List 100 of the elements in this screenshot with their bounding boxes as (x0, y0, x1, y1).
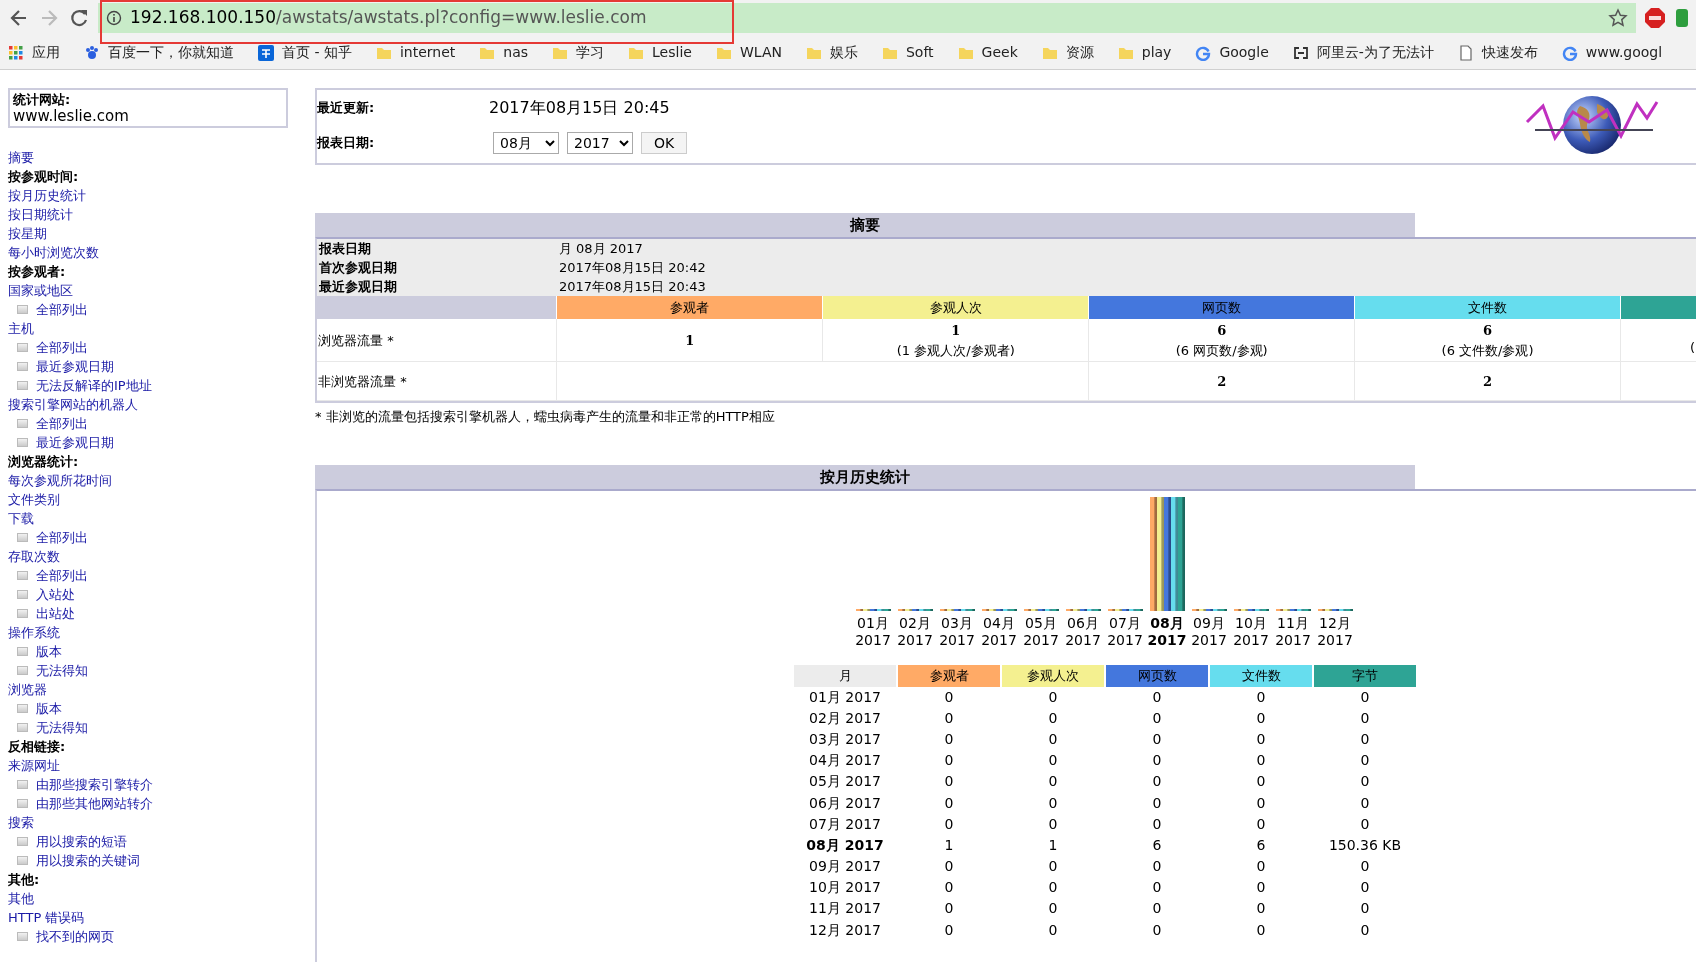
bookmark[interactable]: www.googl (1561, 42, 1663, 63)
menu-link[interactable]: 浏览器 (8, 682, 47, 697)
table-cell-text: 0 (943, 814, 955, 834)
extension-icon[interactable] (1674, 7, 1688, 29)
table-cell-text: 0 (1255, 751, 1267, 771)
column-header: 参观者 (556, 296, 823, 319)
menu-heading: 浏览器统计: (8, 454, 79, 469)
submenu-link[interactable]: 全部列出 (36, 414, 88, 433)
table-cell-text: 05月 2017 (808, 772, 882, 792)
menu-link[interactable]: 主机 (8, 321, 34, 336)
bookmark[interactable]: 资源 (1041, 42, 1094, 63)
page-icon (1457, 44, 1474, 61)
table-cell-text: 0 (1151, 793, 1163, 813)
month-select[interactable]: 08月 (493, 132, 559, 154)
menu-link[interactable]: 文件类别 (8, 492, 60, 507)
bookmark[interactable]: Soft (881, 42, 934, 63)
submenu-link[interactable]: 版本 (36, 642, 62, 661)
submenu-link[interactable]: 全部列出 (36, 300, 88, 319)
bullet-icon (17, 723, 28, 732)
menu-link[interactable]: 每小时浏览次数 (8, 245, 99, 260)
bookmark[interactable]: Geek (957, 42, 1018, 63)
menu-heading: 反相链接: (8, 739, 66, 754)
menu-link[interactable]: HTTP 错误码 (8, 910, 85, 925)
year-label: 2017 (1065, 631, 1101, 649)
year-label: 2017 (855, 631, 891, 649)
menu-link[interactable]: 摘要 (8, 150, 34, 165)
apps-grid-icon (8, 44, 24, 61)
submenu-link[interactable]: 最近参观日期 (36, 357, 114, 376)
bookmark[interactable]: 学习 (552, 42, 605, 63)
row-label: 非浏览器流量 * (318, 373, 407, 389)
menu-link[interactable]: 下载 (8, 511, 34, 526)
site-label: 统计网站: (13, 91, 72, 108)
menu-link[interactable]: 来源网址 (8, 758, 60, 773)
menu-link[interactable]: 搜索引擎网站的机器人 (8, 397, 138, 412)
submenu-link[interactable]: 版本 (36, 699, 62, 718)
table-cell-text: 0 (1151, 708, 1163, 728)
bookmark[interactable]: 娱乐 (805, 42, 858, 63)
submenu-link[interactable]: 无法得知 (36, 661, 88, 680)
table-cell-text: 12月 2017 (808, 920, 882, 940)
menu-link[interactable]: 按月历史统计 (8, 188, 86, 203)
table-cell-text: 0 (1255, 708, 1267, 728)
submenu-link[interactable]: 无法反解译的IP地址 (36, 376, 152, 395)
table-cell-text: 09月 2017 (808, 857, 882, 877)
menu-link[interactable]: 搜索 (8, 815, 34, 830)
submenu-link[interactable]: 找不到的网页 (36, 927, 114, 946)
table-cell-text: 0 (1359, 878, 1371, 898)
table-cell-text: 0 (1255, 857, 1267, 877)
menu-link[interactable]: 其他 (8, 891, 34, 906)
bookmark[interactable]: internet (375, 42, 456, 63)
bookmark[interactable]: 快速发布 (1457, 42, 1538, 63)
bookmark[interactable]: Leslie (628, 42, 692, 63)
menu-link[interactable]: 每次参观所花时间 (8, 473, 112, 488)
cell-note: (6 网页数/参观) (1174, 341, 1269, 360)
table-cell-text: 0 (1359, 687, 1371, 707)
bookmark[interactable]: play (1117, 42, 1172, 63)
menu-link[interactable]: 操作系统 (8, 625, 60, 640)
bookmark[interactable]: 首页 - 知乎 (258, 42, 352, 63)
bullet-icon (17, 932, 28, 941)
bookmark[interactable]: nas (479, 42, 529, 63)
menu-link[interactable]: 按日期统计 (8, 207, 73, 222)
submenu-link[interactable]: 用以搜索的短语 (36, 832, 127, 851)
submenu-link[interactable]: 全部列出 (36, 528, 88, 547)
bookmark[interactable]: WLAN (715, 42, 782, 63)
table-cell-text: 0 (1151, 814, 1163, 834)
info-icon[interactable] (106, 10, 122, 26)
table-cell-text: 06月 2017 (808, 793, 882, 813)
table-cell-text: 0 (1255, 729, 1267, 749)
bullet-icon (17, 647, 28, 656)
star-icon[interactable] (1608, 8, 1628, 28)
bookmark[interactable]: 百度一下，你就知道 (84, 42, 234, 63)
submenu-link[interactable]: 最近参观日期 (36, 433, 114, 452)
column-header: 参观者 (898, 664, 1000, 687)
cell-note: (6 文件数/参观) (1440, 341, 1535, 360)
bookmark[interactable]: 阿里云-为了无法计 (1292, 42, 1434, 63)
submenu-link[interactable]: 用以搜索的关键词 (36, 851, 140, 870)
table-cell-text: 0 (943, 708, 955, 728)
submenu-link[interactable]: 全部列出 (36, 338, 88, 357)
submenu-link[interactable]: 出站处 (36, 604, 75, 623)
column-header: 网页数 (1106, 664, 1208, 687)
bookmark[interactable]: Google (1195, 42, 1269, 63)
address-bar[interactable]: 192.168.100.150/awstats/awstats.pl?config=www.leslie.com (98, 3, 1636, 33)
menu-link[interactable]: 按星期 (8, 226, 47, 241)
submenu-link[interactable]: 入站处 (36, 585, 75, 604)
bullet-icon (17, 590, 28, 599)
reload-icon[interactable] (68, 7, 90, 29)
submenu-link[interactable]: 全部列出 (36, 566, 88, 585)
submenu-link[interactable]: 由那些其他网站转介 (36, 794, 153, 813)
menu-link[interactable]: 国家或地区 (8, 283, 73, 298)
bookmark[interactable]: 应用 (8, 42, 60, 63)
submenu-link[interactable]: 由那些搜索引擎转介 (36, 775, 153, 794)
year-select[interactable]: 2017 (567, 132, 633, 154)
year-label: 2017 (981, 631, 1017, 649)
stop-sign-icon[interactable] (1644, 7, 1666, 29)
menu-heading: 按参观者: (8, 264, 66, 279)
square-logo-icon (258, 44, 274, 61)
ok-button[interactable]: OK (641, 132, 688, 154)
cell-value: 1 (684, 331, 696, 350)
submenu-link[interactable]: 无法得知 (36, 718, 88, 737)
table-cell-text: 1 (943, 835, 955, 855)
menu-link[interactable]: 存取次数 (8, 549, 60, 564)
